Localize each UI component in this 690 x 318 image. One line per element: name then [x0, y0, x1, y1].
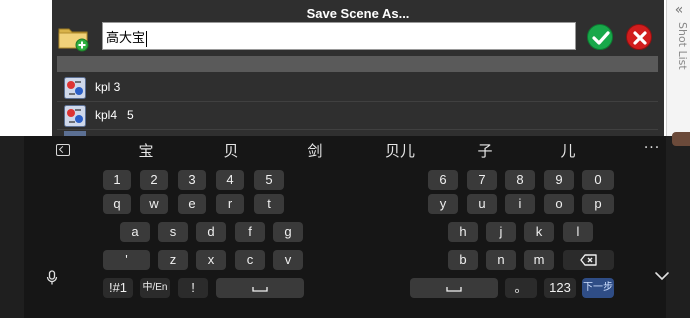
candidate-item[interactable]: 剑	[303, 142, 327, 160]
candidate-item[interactable]: 宝	[134, 142, 158, 160]
key-z[interactable]: z	[158, 250, 188, 270]
check-icon	[592, 31, 610, 45]
key-4[interactable]: 4	[216, 170, 244, 190]
candidate-bar: 宝 贝 剑 贝儿 子 儿 ···	[24, 138, 666, 164]
backspace-key[interactable]	[563, 250, 614, 270]
key-9[interactable]: 9	[544, 170, 574, 190]
key-j[interactable]: j	[486, 222, 516, 242]
key-s[interactable]: s	[158, 222, 188, 242]
scene-thumbnail-icon	[64, 105, 86, 127]
key-p[interactable]: p	[582, 194, 614, 214]
key-g[interactable]: g	[273, 222, 303, 242]
chevron-down-icon[interactable]	[654, 270, 670, 282]
key-x[interactable]: x	[196, 250, 226, 270]
candidate-item[interactable]: 贝	[219, 142, 243, 160]
key-5[interactable]: 5	[254, 170, 284, 190]
space-key-left[interactable]	[216, 278, 304, 298]
text-caret	[146, 30, 148, 47]
key-i[interactable]: i	[505, 194, 535, 214]
key-u[interactable]: u	[467, 194, 497, 214]
key-d[interactable]: d	[196, 222, 226, 242]
candidate-item[interactable]: 子	[473, 142, 497, 160]
next-step-key[interactable]: 下一步	[582, 278, 614, 298]
cancel-button[interactable]	[626, 24, 652, 50]
key-2[interactable]: 2	[140, 170, 168, 190]
close-icon	[633, 31, 647, 45]
key-a[interactable]: a	[120, 222, 150, 242]
new-folder-icon[interactable]	[57, 22, 91, 52]
app-left-margin	[0, 0, 52, 136]
key-7[interactable]: 7	[467, 170, 497, 190]
scene-name: kpl 3	[95, 80, 121, 94]
key-apostrophe[interactable]: '	[103, 250, 150, 270]
confirm-button[interactable]	[587, 24, 613, 50]
key-6[interactable]: 6	[428, 170, 458, 190]
exclaim-key[interactable]: !	[178, 278, 208, 298]
key-t[interactable]: t	[254, 194, 284, 214]
key-8[interactable]: 8	[505, 170, 535, 190]
save-scene-dialog: Save Scene As... 高大宝 kpl 3 kpl4 5	[52, 0, 664, 136]
scene-list-header	[57, 56, 658, 72]
scene-list-item[interactable]: kpl4 5	[57, 102, 658, 130]
key-c[interactable]: c	[235, 250, 265, 270]
key-h[interactable]: h	[448, 222, 478, 242]
candidate-item[interactable]: 儿	[556, 142, 580, 160]
chevron-left-double-icon: «	[674, 2, 684, 18]
space-key-right[interactable]	[410, 278, 498, 298]
key-q[interactable]: q	[103, 194, 131, 214]
candidate-toggle-icon[interactable]	[56, 144, 70, 156]
space-icon	[252, 287, 268, 292]
key-b[interactable]: b	[448, 250, 478, 270]
key-k[interactable]: k	[524, 222, 554, 242]
key-y[interactable]: y	[428, 194, 458, 214]
candidate-item[interactable]: 贝儿	[382, 142, 418, 160]
key-f[interactable]: f	[235, 222, 265, 242]
key-n[interactable]: n	[486, 250, 516, 270]
key-o[interactable]: o	[544, 194, 574, 214]
scene-name: kpl4 5	[95, 108, 134, 122]
key-l[interactable]: l	[563, 222, 593, 242]
key-3[interactable]: 3	[178, 170, 206, 190]
key-w[interactable]: w	[140, 194, 168, 214]
shot-list-label: Shot List	[676, 22, 689, 70]
numbers-key[interactable]: 123	[544, 278, 576, 298]
screen: Save Scene As... 高大宝 kpl 3 kpl4 5 « Shot…	[0, 0, 690, 318]
language-toggle-key[interactable]: 中/En	[140, 278, 170, 298]
key-m[interactable]: m	[524, 250, 554, 270]
more-candidates-icon[interactable]: ···	[642, 140, 662, 158]
symbols-key[interactable]: !#1	[103, 278, 133, 298]
period-key[interactable]: 。	[505, 278, 537, 298]
key-v[interactable]: v	[273, 250, 303, 270]
scene-thumbnail-icon	[64, 77, 86, 99]
space-icon	[446, 287, 462, 292]
scene-list-item[interactable]: kpl 3	[57, 74, 658, 102]
microphone-icon[interactable]	[46, 270, 58, 286]
avatar	[672, 132, 690, 146]
key-r[interactable]: r	[216, 194, 244, 214]
scene-name-value: 高大宝	[106, 31, 146, 46]
scene-name-input[interactable]: 高大宝	[102, 22, 576, 50]
shot-list-tab[interactable]: « Shot List	[666, 0, 690, 136]
key-0[interactable]: 0	[582, 170, 614, 190]
backspace-icon	[579, 254, 597, 266]
key-e[interactable]: e	[178, 194, 206, 214]
key-1[interactable]: 1	[103, 170, 131, 190]
